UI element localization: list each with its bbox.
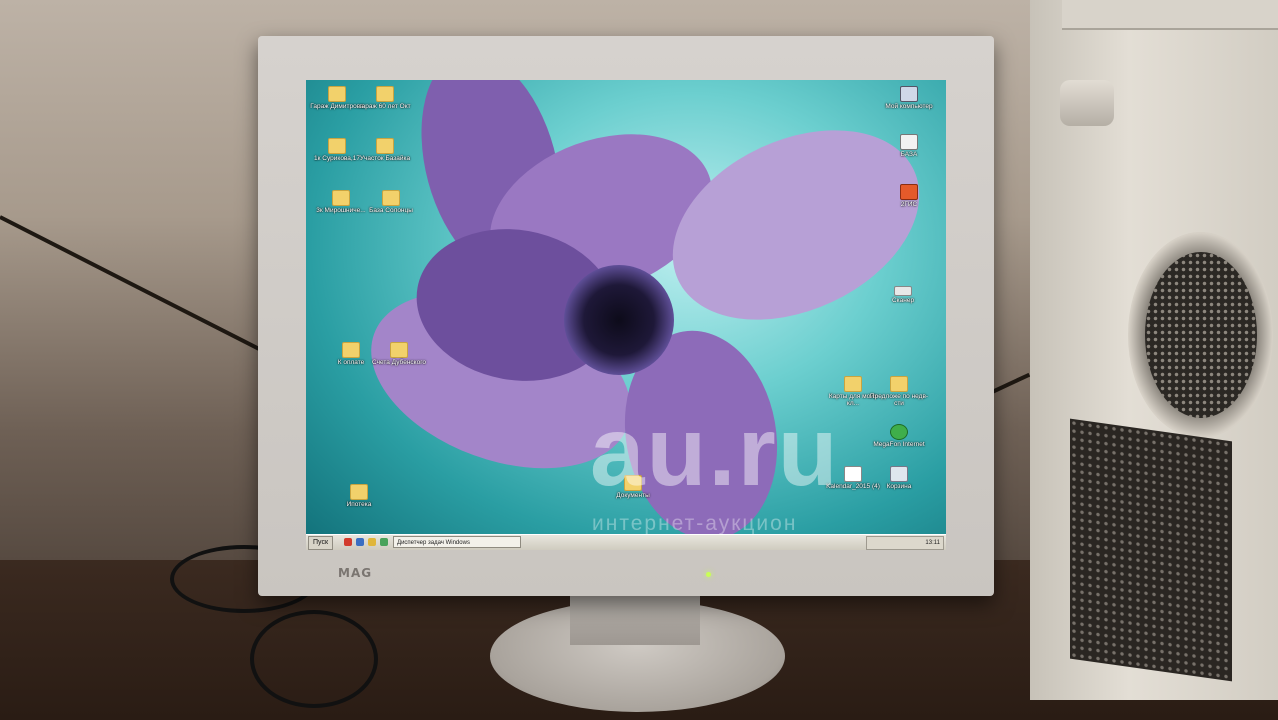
desktop-icon-folder[interactable]: Участок Базайка — [354, 138, 416, 162]
icon-label: 2ГИС — [900, 201, 918, 208]
icon-label: Участок Базайка — [359, 155, 411, 162]
folder-icon — [350, 484, 368, 500]
watermark-logo: au.ru — [590, 396, 840, 506]
desktop-icon-scanner[interactable]: Сканер — [872, 286, 934, 304]
icon-label: Корзина — [886, 483, 912, 490]
desktop-icon-folder[interactable]: Предложе по недв-сти — [868, 376, 930, 407]
icon-label: БАЗА — [900, 151, 918, 158]
clock: 13:11 — [925, 540, 940, 546]
map-icon — [900, 184, 918, 200]
flower-petal — [642, 93, 946, 357]
folder-icon — [390, 342, 408, 358]
desk-cable — [250, 610, 378, 708]
taskbar-task-manager[interactable]: Диспетчер задач Windows — [393, 536, 521, 548]
document-icon — [844, 466, 862, 482]
watermark-subtitle: интернет-аукцион — [592, 512, 798, 535]
database-icon — [900, 134, 918, 150]
folder-icon — [376, 86, 394, 102]
pc-case-top — [1062, 0, 1278, 30]
modem-icon — [890, 424, 908, 440]
recycle-bin-icon — [890, 466, 908, 482]
mail-icon[interactable] — [368, 538, 376, 546]
folder-icon — [890, 376, 908, 392]
desktop-icon-folder[interactable]: Ипотека — [328, 484, 390, 508]
icon-label: База Солонцы — [369, 207, 413, 214]
folder-icon — [376, 138, 394, 154]
power-led — [706, 572, 711, 577]
folder-icon — [332, 190, 350, 206]
folder-icon — [342, 342, 360, 358]
vent-grill — [1070, 418, 1232, 682]
icon-label: гараж 60 лет Окт — [359, 103, 411, 110]
desktop-icon-megafon[interactable]: MegaFon Internet — [868, 424, 930, 448]
folder-icon — [328, 138, 346, 154]
browser-icon[interactable] — [344, 538, 352, 546]
icon-label: Сканер — [891, 297, 915, 304]
taskbar: Пуск Диспетчер задач Windows 13:11 — [306, 534, 946, 550]
folder-icon — [382, 190, 400, 206]
desktop-icon[interactable] — [380, 538, 388, 546]
desktop-icon-folder[interactable]: гараж 60 лет Окт — [354, 86, 416, 110]
explorer-icon[interactable] — [356, 538, 364, 546]
desktop-icon-baza[interactable]: БАЗА — [878, 134, 940, 158]
flower-center — [564, 265, 674, 375]
icon-label: Ипотека — [346, 501, 372, 508]
desktop-icon-2gis[interactable]: 2ГИС — [878, 184, 940, 208]
folder-icon — [328, 86, 346, 102]
desktop-icon-folder[interactable]: База Солонцы — [360, 190, 422, 214]
scanner-icon — [894, 286, 912, 296]
desktop-icon-my-computer[interactable]: Мой компьютер — [878, 86, 940, 110]
monitor-brand-logo: MAG — [338, 566, 373, 580]
fan-grill — [1145, 252, 1257, 418]
start-button[interactable]: Пуск — [308, 536, 334, 550]
icon-label: Счета Дубенского — [371, 359, 427, 366]
icon-label: Мой компьютер — [885, 103, 933, 110]
system-tray: 13:11 — [866, 536, 944, 550]
folder-icon — [844, 376, 862, 392]
pc-case-handle — [1060, 80, 1114, 126]
desktop-icon-recycle-bin[interactable]: Корзина — [868, 466, 930, 490]
desktop-icon-folder[interactable]: Счета Дубенского — [368, 342, 430, 366]
icon-label: Предложе по недв-сти — [869, 393, 929, 407]
icon-label: MegaFon Internet — [873, 441, 925, 448]
computer-icon — [900, 86, 918, 102]
